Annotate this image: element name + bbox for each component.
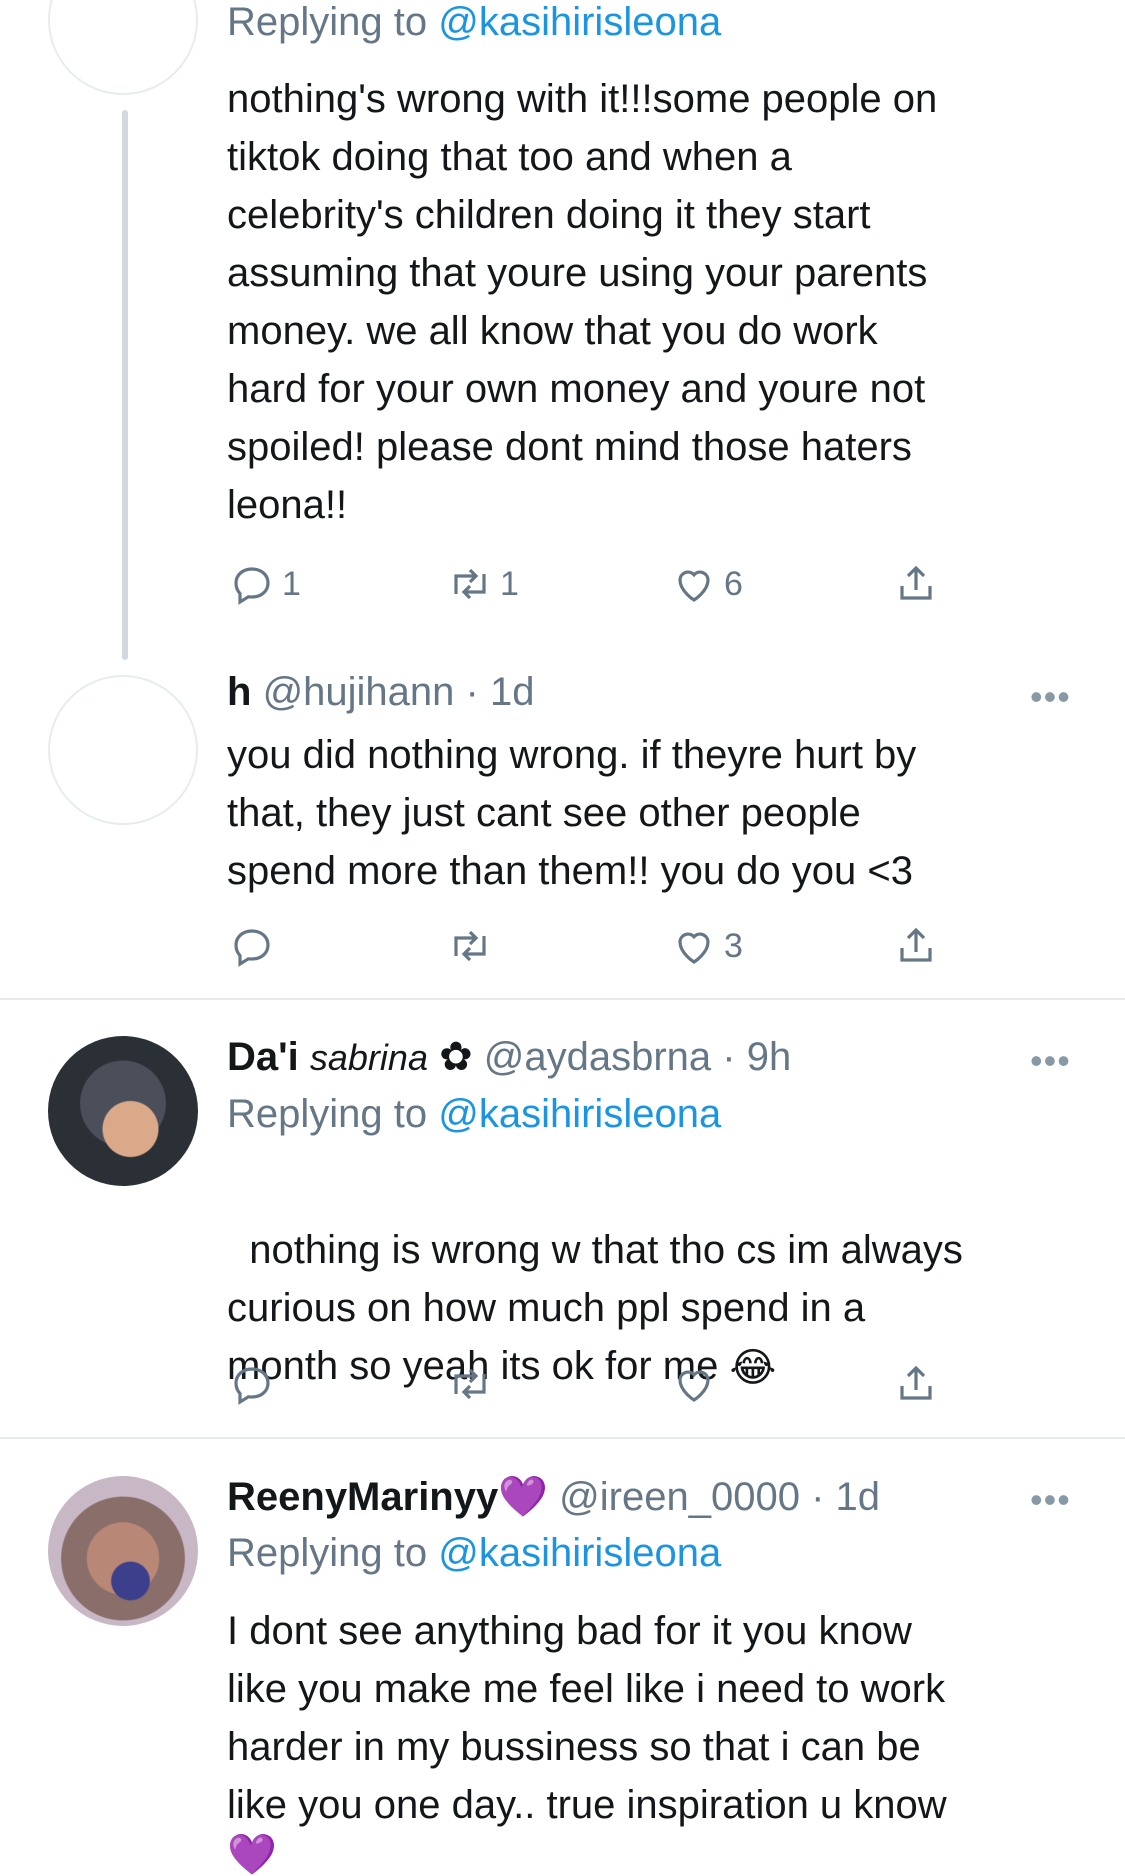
- tweet-header: ReenyMarinyy💜 @ireen_0000 · 1d: [227, 1473, 880, 1520]
- share-button[interactable]: [892, 922, 940, 970]
- more-icon[interactable]: •••: [1030, 1479, 1071, 1521]
- divider: [0, 998, 1125, 1000]
- share-button[interactable]: [892, 560, 940, 608]
- user-handle[interactable]: @hujihann: [263, 670, 455, 714]
- tweet-text: I dont see anything bad for it you know …: [227, 1609, 947, 1827]
- retweet-icon: [454, 568, 486, 600]
- reply-button[interactable]: [228, 1360, 282, 1408]
- more-icon[interactable]: •••: [1030, 676, 1071, 718]
- avatar[interactable]: [48, 675, 198, 825]
- like-button[interactable]: 3: [670, 922, 743, 970]
- avatar[interactable]: [48, 1476, 198, 1626]
- thread-line: [122, 110, 128, 660]
- purple-heart-icon: 💜: [498, 1475, 549, 1519]
- divider: [0, 1437, 1125, 1439]
- retweet-icon: [454, 1368, 486, 1400]
- avatar[interactable]: [48, 0, 198, 95]
- display-name[interactable]: Da'i: [227, 1035, 299, 1079]
- reply-icon: [234, 567, 270, 605]
- replying-handle-link[interactable]: @kasihirisleona: [438, 1531, 721, 1575]
- share-icon: [900, 927, 932, 962]
- avatar[interactable]: [48, 1036, 198, 1186]
- flower-icon: ✿: [439, 1035, 473, 1079]
- reply-icon: [234, 1367, 270, 1405]
- share-icon: [900, 565, 932, 600]
- retweet-icon: [454, 930, 486, 962]
- timestamp: · 9h: [722, 1035, 792, 1079]
- timestamp: · 1d: [811, 1475, 881, 1519]
- like-button[interactable]: 6: [670, 560, 743, 608]
- share-button[interactable]: [892, 1360, 940, 1408]
- replying-handle-link[interactable]: @kasihirisleona: [438, 0, 721, 44]
- retweet-button[interactable]: [446, 922, 500, 970]
- heart-icon: [678, 1370, 710, 1402]
- retweet-button[interactable]: [446, 1360, 500, 1408]
- tweet-header: h @hujihann · 1d: [227, 670, 534, 715]
- timestamp: · 1d: [465, 670, 535, 714]
- display-name[interactable]: h: [227, 670, 251, 714]
- heart-icon: [678, 932, 710, 964]
- heart-icon: [678, 570, 710, 602]
- reply-button[interactable]: 1: [228, 560, 301, 608]
- replying-handle-link[interactable]: @kasihirisleona: [438, 1092, 721, 1136]
- replying-to: Replying to @kasihirisleona: [227, 0, 722, 44]
- purple-heart-icon: 💜: [227, 1834, 277, 1876]
- tweet-text: nothing's wrong with it!!!some people on…: [227, 77, 938, 527]
- user-handle[interactable]: @aydasbrna: [484, 1035, 711, 1079]
- display-name[interactable]: ReenyMarinyy: [227, 1475, 498, 1519]
- tweet-text: you did nothing wrong. if theyre hurt by…: [227, 733, 917, 893]
- replying-to: Replying to @kasihirisleona: [227, 1092, 722, 1136]
- reply-icon: [234, 929, 270, 967]
- reply-button[interactable]: [228, 922, 282, 970]
- laughing-face-icon: 😂: [729, 1346, 777, 1391]
- display-name-italic[interactable]: sabrina: [310, 1037, 428, 1078]
- tweet-header: Da'i sabrina ✿ @aydasbrna · 9h: [227, 1034, 791, 1080]
- like-button[interactable]: [670, 1360, 724, 1408]
- user-handle[interactable]: @ireen_0000: [559, 1475, 800, 1519]
- replying-to: Replying to @kasihirisleona: [227, 1531, 722, 1575]
- tweet-text: nothing is wrong w that tho cs im always…: [227, 1163, 1087, 1397]
- retweet-button[interactable]: 1: [446, 560, 519, 608]
- more-icon[interactable]: •••: [1030, 1040, 1071, 1082]
- share-icon: [900, 1365, 932, 1400]
